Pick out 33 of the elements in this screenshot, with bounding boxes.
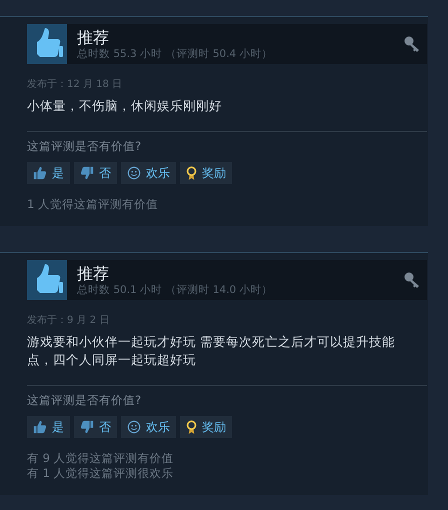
thumbs-down-icon	[80, 166, 94, 180]
vote-button[interactable]: 是	[27, 162, 70, 184]
vote-button[interactable]: 奖励	[180, 162, 232, 184]
review-verdict: 推荐	[77, 28, 110, 46]
vote-count-text: 有 1 人觉得这篇评测很欢乐	[27, 466, 175, 481]
helpful-question: 这篇评测是否有价值?	[27, 392, 142, 408]
playtime-text: 总时数 50.1 小时 （评测时 14.0 小时）	[77, 282, 274, 296]
thumbs-down-icon	[80, 420, 94, 434]
vote-count-text: 有 9 人觉得这篇评测有价值	[27, 451, 175, 466]
thumbs-up-icon	[33, 166, 47, 180]
posted-date: 发布于：9 月 2 日	[27, 314, 110, 328]
vote-button[interactable]: 欢乐	[121, 162, 176, 184]
review-text: 游戏要和小伙伴一起玩才好玩 需要每次死亡之后才可以提升技能点，四个人同屏一起玩超好玩	[27, 333, 396, 369]
thumbs-up-icon	[27, 260, 67, 300]
thumbs-up-icon	[27, 24, 67, 64]
key-icon	[403, 35, 421, 53]
vote-button[interactable]: 是	[27, 416, 70, 438]
smiley-icon	[127, 420, 141, 434]
posted-date: 发布于：12 月 18 日	[27, 78, 123, 92]
vote-count-text: 1 人觉得这篇评测有价值	[27, 197, 159, 212]
smiley-icon	[127, 166, 141, 180]
vote-button[interactable]: 奖励	[180, 416, 232, 438]
medal-icon	[186, 166, 197, 180]
playtime-text: 总时数 55.3 小时 （评测时 50.4 小时）	[77, 46, 274, 60]
review-verdict: 推荐	[77, 264, 110, 282]
thumbs-up-icon	[33, 420, 47, 434]
vote-button[interactable]: 否	[74, 162, 117, 184]
vote-button[interactable]: 欢乐	[121, 416, 176, 438]
medal-icon	[186, 420, 197, 434]
review-text: 小体量，不伤脑，休闲娱乐刚刚好	[27, 97, 223, 115]
vote-button[interactable]: 否	[74, 416, 117, 438]
helpful-question: 这篇评测是否有价值?	[27, 138, 142, 154]
key-icon	[403, 271, 421, 289]
